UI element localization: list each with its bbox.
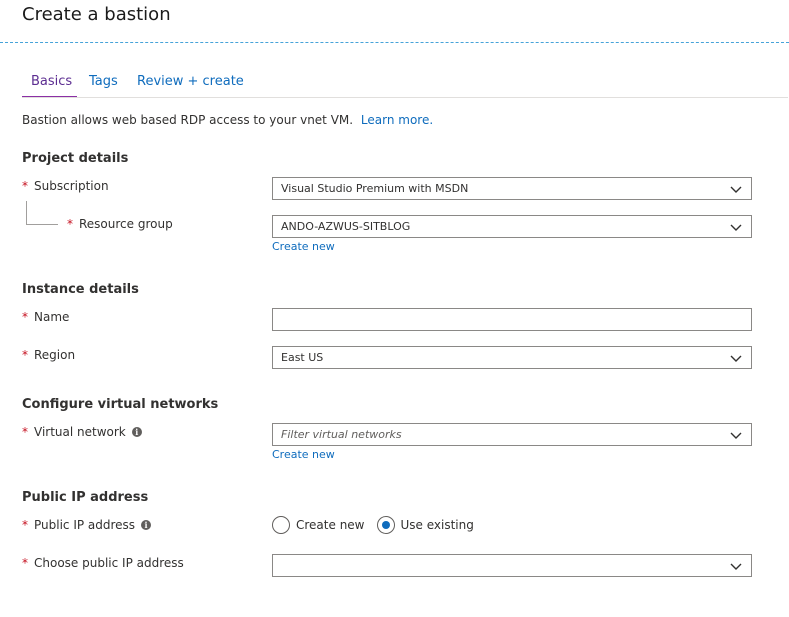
instance-details-heading: Instance details — [22, 282, 139, 297]
header-divider — [0, 42, 789, 43]
public-ip-address-label: * Public IP address i — [22, 518, 152, 532]
name-label: * Name — [22, 310, 69, 324]
name-label-text: Name — [34, 310, 70, 324]
learn-more-link[interactable]: Learn more. — [361, 113, 433, 127]
required-marker: * — [22, 425, 28, 439]
choose-public-ip-label-text: Choose public IP address — [34, 556, 184, 570]
region-label: * Region — [22, 348, 75, 362]
tab-basics[interactable]: Basics — [31, 74, 72, 89]
page-title: Create a bastion — [22, 4, 171, 25]
resource-group-label: * Resource group — [67, 217, 173, 231]
subscription-value: Visual Studio Premium with MSDN — [281, 182, 469, 195]
chevron-down-icon — [730, 355, 742, 362]
create-new-resource-group-link[interactable]: Create new — [272, 240, 335, 253]
radio-button-checked[interactable] — [376, 516, 395, 534]
project-details-heading: Project details — [22, 151, 129, 166]
region-dropdown[interactable]: East US — [272, 346, 752, 369]
create-new-virtual-network-link[interactable]: Create new — [272, 448, 335, 461]
required-marker: * — [22, 348, 28, 362]
region-label-text: Region — [34, 348, 76, 362]
virtual-network-label-text: Virtual network — [34, 425, 126, 439]
name-input[interactable] — [272, 308, 752, 331]
public-ip-address-label-text: Public IP address — [34, 518, 136, 532]
required-marker: * — [22, 179, 28, 193]
choose-public-ip-label: * Choose public IP address — [22, 556, 184, 570]
public-ip-heading: Public IP address — [22, 490, 149, 505]
region-value: East US — [281, 351, 324, 364]
radio-create-new-label: Create new — [296, 518, 365, 532]
required-marker: * — [22, 310, 28, 324]
radio-button-unchecked[interactable] — [272, 516, 290, 534]
virtual-network-dropdown[interactable]: Filter virtual networks — [272, 423, 752, 446]
subscription-label: * Subscription — [22, 179, 109, 193]
subscription-label-text: Subscription — [34, 179, 109, 193]
tab-tags[interactable]: Tags — [89, 74, 118, 89]
info-icon[interactable]: i — [141, 520, 152, 530]
resource-group-label-text: Resource group — [79, 217, 173, 231]
chevron-down-icon — [730, 432, 742, 439]
radio-use-existing-label: Use existing — [400, 518, 474, 532]
subscription-dropdown[interactable]: Visual Studio Premium with MSDN — [272, 177, 752, 200]
virtual-network-label: * Virtual network i — [22, 425, 142, 439]
required-marker: * — [22, 556, 28, 570]
tabs-divider — [22, 97, 788, 98]
info-icon[interactable]: i — [131, 427, 142, 437]
chevron-down-icon — [730, 186, 742, 193]
virtual-networks-heading: Configure virtual networks — [22, 397, 219, 412]
radio-create-new[interactable]: Create new — [272, 516, 365, 534]
intro-description: Bastion allows web based RDP access to y… — [22, 113, 354, 127]
chevron-down-icon — [730, 224, 742, 231]
public-ip-radio-group: Create new Use existing — [272, 516, 486, 534]
radio-use-existing[interactable]: Use existing — [376, 516, 474, 534]
chevron-down-icon — [730, 563, 742, 570]
tree-connector-horizontal — [26, 224, 58, 225]
choose-public-ip-dropdown[interactable] — [272, 554, 752, 577]
virtual-network-placeholder: Filter virtual networks — [281, 428, 402, 441]
tree-connector-vertical — [26, 201, 27, 224]
required-marker: * — [22, 518, 28, 532]
resource-group-value: ANDO-AZWUS-SITBLOG — [281, 220, 411, 233]
intro-text: Bastion allows web based RDP access to y… — [22, 113, 433, 127]
required-marker: * — [67, 217, 73, 231]
resource-group-dropdown[interactable]: ANDO-AZWUS-SITBLOG — [272, 215, 752, 238]
tab-review-create[interactable]: Review + create — [137, 74, 244, 89]
